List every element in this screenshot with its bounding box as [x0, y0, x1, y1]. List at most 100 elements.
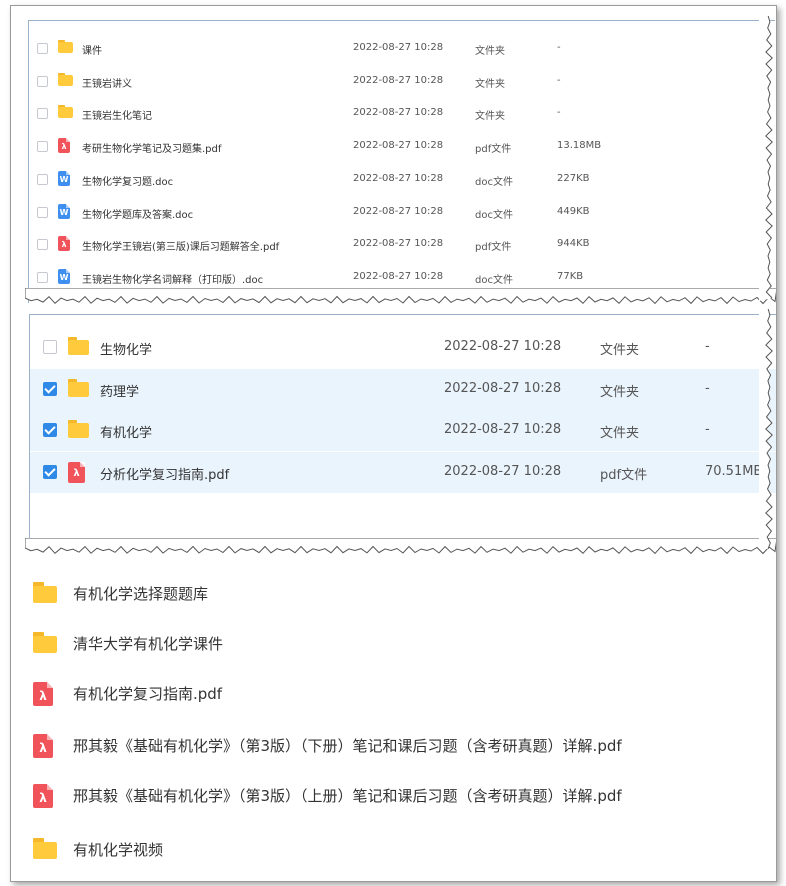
file-date: 2022-08-27 10:28: [353, 238, 444, 250]
file-type: 文件夹: [475, 111, 505, 123]
row-checkbox[interactable]: [43, 340, 57, 354]
file-type: doc文件: [475, 176, 513, 188]
file-type-icon-wrap: [68, 378, 89, 397]
file-type-icon-wrap: λ: [33, 682, 53, 706]
file-name: 王镜岩生物化学名词解释（打印版）.doc: [82, 274, 264, 286]
file-name: 药理学: [100, 384, 140, 400]
file-size: 449KB: [557, 205, 590, 217]
folder-icon: [58, 40, 73, 53]
file-row[interactable]: λ 有机化学复习指南.pdf: [11, 677, 771, 711]
file-type-icon-wrap: [68, 337, 89, 355]
file-name: 邢其毅《基础有机化学》（第3版）（下册）笔记和课后习题（含考研真题）详解.pdf: [73, 737, 622, 755]
file-row[interactable]: 有机化学视频: [11, 833, 771, 867]
file-type-icon-wrap: λ: [58, 236, 70, 252]
file-type: 文件夹: [600, 343, 640, 358]
file-size: -: [705, 422, 710, 437]
file-row[interactable]: W 生物化学复习题.doc 2022-08-27 10:28 doc文件 227KB: [29, 164, 775, 196]
pdf-icon: λ: [68, 461, 85, 483]
file-row[interactable]: λ 考研生物化学笔记及习题集.pdf 2022-08-27 10:28 pdf文件 13…: [29, 131, 775, 163]
file-name: 有机化学复习指南.pdf: [73, 685, 223, 703]
file-type-icon-wrap: W: [58, 268, 70, 284]
file-name: 有机化学: [100, 426, 153, 441]
file-row[interactable]: W 生物化学题库及答案.doc 2022-08-27 10:28 doc文件 449KB: [29, 197, 775, 229]
file-name: 清华大学有机化学课件: [73, 635, 224, 653]
file-type: doc文件: [475, 209, 513, 221]
row-checkbox[interactable]: [37, 75, 48, 87]
file-type: 文件夹: [600, 426, 640, 441]
file-size: 13.18MB: [557, 140, 602, 152]
file-size: -: [557, 42, 561, 53]
file-row[interactable]: 课件 2022-08-27 10:28 文件夹 -: [29, 33, 775, 65]
doc-icon: W: [58, 203, 70, 219]
file-row[interactable]: λ 邢其毅《基础有机化学》（第3版）（上册）笔记和课后习题（含考研真题）详解.pd…: [11, 779, 771, 813]
file-name: 考研生物化学笔记及习题集.pdf: [82, 144, 222, 156]
file-type: pdf文件: [475, 242, 512, 254]
file-date: 2022-08-27 10:28: [353, 205, 444, 217]
file-type-icon-wrap: [33, 632, 57, 653]
file-type: pdf文件: [600, 467, 648, 483]
pdf-icon: λ: [33, 734, 53, 758]
file-size: -: [557, 74, 561, 86]
file-type-icon-wrap: λ: [33, 734, 53, 758]
file-size: 77KB: [557, 270, 584, 282]
file-name: 生物化学: [100, 343, 153, 358]
file-type-icon-wrap: [33, 838, 57, 859]
file-name: 生物化学复习题.doc: [82, 176, 174, 188]
file-size: -: [705, 380, 710, 396]
file-date: 2022-08-27 10:28: [353, 107, 444, 119]
file-row[interactable]: 生物化学 2022-08-27 10:28 文件夹 -: [30, 327, 776, 368]
file-date: 2022-08-27 10:28: [444, 380, 562, 396]
file-type-icon-wrap: [58, 40, 73, 53]
file-type: 文件夹: [600, 384, 640, 400]
file-date: 2022-08-27 10:28: [444, 463, 562, 479]
file-size: 227KB: [557, 172, 590, 184]
row-checkbox[interactable]: [37, 173, 48, 185]
pdf-icon: λ: [58, 138, 70, 154]
row-checkbox[interactable]: [37, 271, 48, 283]
file-type-icon-wrap: λ: [33, 784, 53, 808]
file-name: 王镜岩讲义: [82, 78, 132, 90]
file-name: 生物化学题库及答案.doc: [82, 209, 194, 221]
doc-icon: W: [58, 268, 70, 284]
file-row[interactable]: λ 生物化学王镜岩(第三版)课后习题解答全.pdf 2022-08-27 10:28…: [29, 229, 775, 261]
file-name: 有机化学视频: [73, 841, 164, 859]
pdf-icon: λ: [33, 784, 53, 808]
file-type-icon-wrap: λ: [68, 461, 85, 483]
row-checkbox[interactable]: [37, 43, 48, 54]
file-row[interactable]: λ 分析化学复习指南.pdf 2022-08-27 10:28 pdf文件 70.51M…: [30, 451, 776, 493]
torn-edge-panel-1: [25, 288, 776, 305]
file-row[interactable]: 王镜岩讲义 2022-08-27 10:28 文件夹 -: [29, 66, 775, 98]
row-checkbox[interactable]: [37, 141, 48, 153]
row-checkbox[interactable]: [37, 239, 48, 251]
file-type: doc文件: [475, 274, 513, 286]
file-row[interactable]: 药理学 2022-08-27 10:28 文件夹 -: [30, 368, 776, 410]
torn-edge-panel-2: [25, 538, 776, 555]
file-name: 邢其毅《基础有机化学》（第3版）（上册）笔记和课后习题（含考研真题）详解.pdf: [73, 787, 622, 805]
file-type-icon-wrap: λ: [58, 138, 70, 154]
file-size: 70.51MB: [705, 463, 763, 479]
file-date: 2022-08-27 10:28: [353, 270, 444, 282]
folder-icon: [68, 420, 89, 438]
file-date: 2022-08-27 10:28: [353, 42, 444, 53]
screenshot-frame: 课件 2022-08-27 10:28 文件夹 - 王镜岩讲义 2022-08-27 10…: [10, 5, 777, 882]
file-row[interactable]: 有机化学 2022-08-27 10:28 文件夹 -: [30, 410, 776, 451]
file-row[interactable]: 清华大学有机化学课件: [11, 627, 771, 661]
row-checkbox[interactable]: [37, 206, 48, 218]
file-size: -: [705, 339, 710, 354]
file-list-panel-2: 生物化学 2022-08-27 10:28 文件夹 - 药理学 2022-08-27 10…: [29, 314, 776, 551]
row-checkbox-checked[interactable]: [43, 464, 57, 479]
file-date: 2022-08-27 10:28: [353, 140, 444, 152]
file-type-icon-wrap: W: [58, 203, 70, 219]
file-row[interactable]: 有机化学选择题题库: [11, 577, 771, 611]
folder-icon: [68, 378, 89, 397]
pdf-icon: λ: [58, 236, 70, 252]
file-type: 文件夹: [475, 78, 505, 90]
file-row[interactable]: λ 邢其毅《基础有机化学》（第3版）（下册）笔记和课后习题（含考研真题）详解.pd…: [11, 729, 771, 763]
file-type: pdf文件: [475, 144, 512, 156]
file-name: 王镜岩生化笔记: [82, 111, 152, 123]
row-checkbox-checked[interactable]: [43, 381, 57, 396]
row-checkbox-checked[interactable]: [43, 423, 57, 437]
file-row[interactable]: 王镜岩生化笔记 2022-08-27 10:28 文件夹 -: [29, 98, 775, 130]
row-checkbox[interactable]: [37, 108, 48, 120]
file-date: 2022-08-27 10:28: [444, 339, 562, 354]
